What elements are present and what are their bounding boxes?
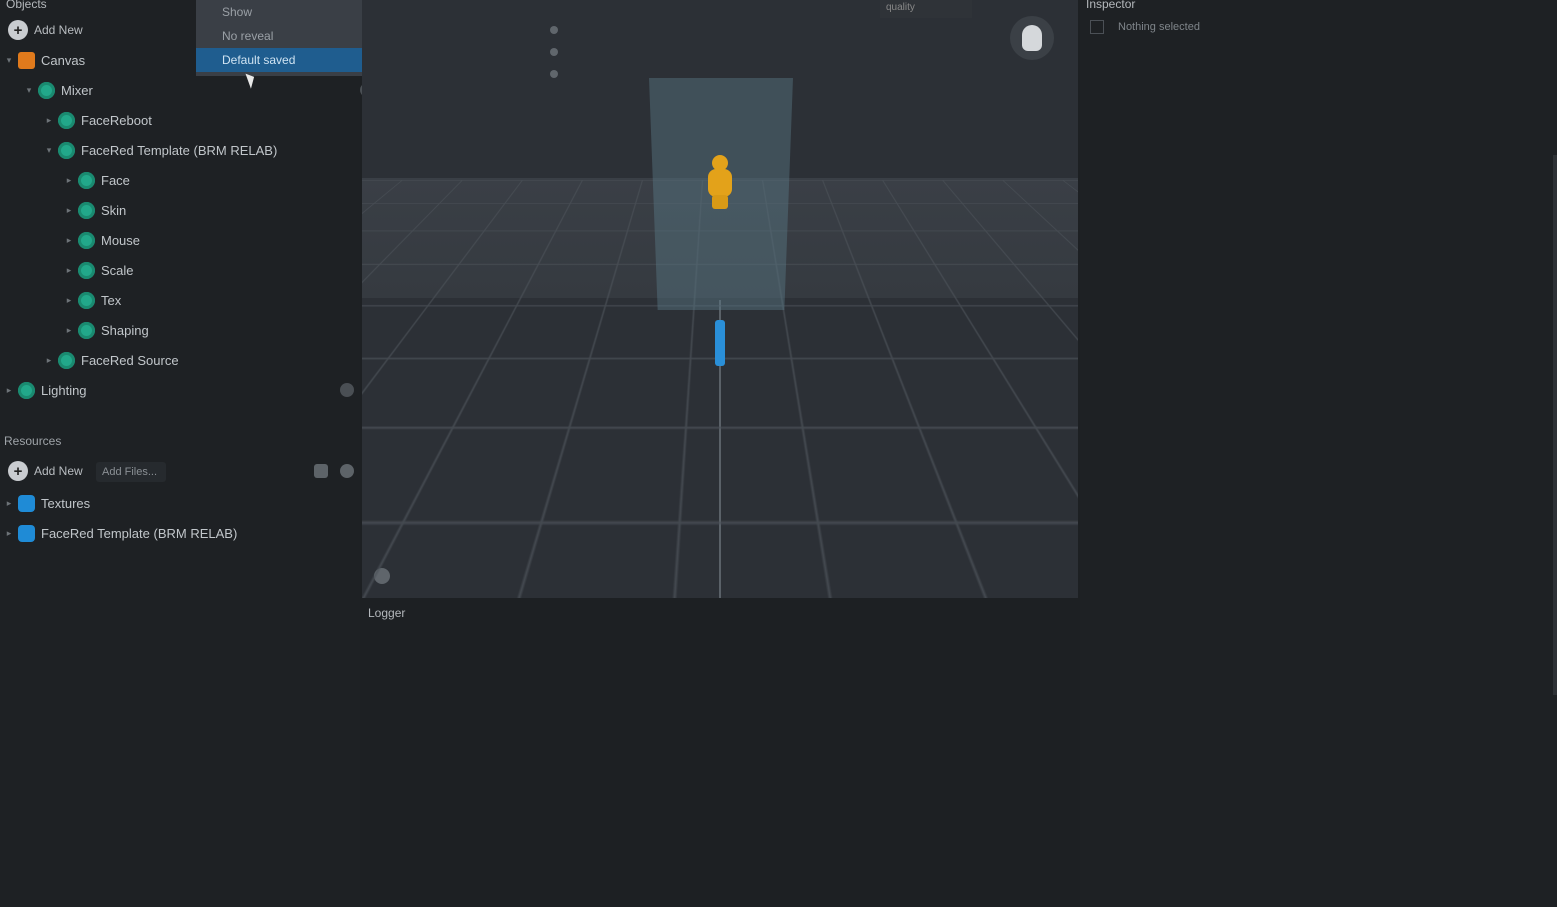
folder-icon [18, 495, 35, 512]
tree-item[interactable]: ▾ Mixer [0, 77, 384, 103]
context-menu-item[interactable]: No reveal [196, 24, 376, 48]
tree-item-label: Scale [101, 263, 134, 278]
tree-item-label: FaceRed Template (BRM RELAB) [81, 143, 277, 158]
node-icon [58, 142, 75, 159]
search-icon[interactable] [340, 464, 354, 478]
resource-item-label: Textures [41, 496, 90, 511]
context-menu-item[interactable]: Default saved [196, 48, 376, 72]
tree-item-label: Shaping [101, 323, 149, 338]
chevron-right-icon[interactable]: ▸ [4, 498, 14, 509]
node-icon [58, 352, 75, 369]
node-icon [78, 292, 95, 309]
add-object-label: Add New [34, 23, 83, 37]
quality-select[interactable]: quality [880, 0, 972, 18]
chevron-right-icon[interactable]: ▸ [64, 265, 74, 276]
chevron-down-icon[interactable]: ▾ [4, 55, 14, 66]
chevron-right-icon[interactable]: ▸ [64, 205, 74, 216]
resource-item[interactable]: ▸ FaceRed Template (BRM RELAB) [0, 520, 364, 546]
scene-viewport[interactable]: quality [362, 0, 1078, 598]
tree-item-label: Tex [101, 293, 121, 308]
inspector-panel-title: Inspector [1086, 0, 1135, 11]
character-legs [712, 195, 728, 209]
filter-icon[interactable] [314, 464, 328, 478]
resource-item[interactable]: ▸ Textures [0, 490, 364, 516]
chevron-right-icon[interactable]: ▸ [64, 325, 74, 336]
tree-item[interactable]: ▸ Scale [0, 257, 424, 283]
character-body [708, 169, 732, 197]
node-icon [78, 262, 95, 279]
character-model[interactable] [705, 155, 735, 211]
plus-icon: + [8, 461, 28, 481]
nav-dot-3[interactable] [550, 70, 558, 78]
node-icon [78, 322, 95, 339]
chevron-down-icon[interactable]: ▾ [24, 85, 34, 96]
node-icon [78, 172, 95, 189]
tree-item-label: Lighting [41, 383, 87, 398]
inspector-status: Nothing selected [1090, 20, 1200, 34]
chevron-right-icon[interactable]: ▸ [44, 115, 54, 126]
tree-item-label: Mouse [101, 233, 140, 248]
inspector-scrollbar[interactable] [1553, 155, 1557, 695]
node-icon [78, 202, 95, 219]
avatar[interactable] [1010, 16, 1054, 60]
chevron-down-icon[interactable]: ▾ [44, 145, 54, 156]
nav-dot-2[interactable] [550, 48, 558, 56]
chevron-right-icon[interactable]: ▸ [44, 355, 54, 366]
add-object-button[interactable]: + Add New [8, 20, 83, 40]
context-menu-item[interactable]: Show [196, 0, 376, 24]
tree-item[interactable]: ▸ Shaping [0, 317, 424, 343]
tree-item[interactable]: ▸ Skin [0, 197, 424, 223]
log-panel: Logger [362, 600, 1078, 907]
node-icon [18, 382, 35, 399]
objects-panel-title: Objects [6, 0, 47, 11]
inspector-status-text: Nothing selected [1118, 21, 1200, 33]
nav-dot-1[interactable] [550, 26, 558, 34]
add-resource-label: Add New [34, 464, 83, 478]
node-icon [38, 82, 55, 99]
tree-item[interactable]: ▸ Face [0, 167, 424, 193]
gear-icon[interactable] [374, 568, 390, 584]
log-panel-title: Logger [368, 606, 405, 620]
objects-panel: Objects + Add New ▾ Canvas ▾ Mixer ▸ FaceRebo… [0, 0, 360, 907]
blue-gizmo[interactable] [715, 320, 725, 366]
tree-item[interactable]: ▸ Tex [0, 287, 424, 313]
context-menu: Show No reveal Default saved [196, 0, 376, 76]
tree-item-label: FaceRed Source [81, 353, 179, 368]
chevron-right-icon[interactable]: ▸ [64, 235, 74, 246]
tree-item-label: Mixer [61, 83, 93, 98]
checkbox-icon[interactable] [1090, 20, 1104, 34]
tree-item[interactable]: ▸ FaceReboot [0, 107, 404, 133]
chevron-right-icon[interactable]: ▸ [64, 295, 74, 306]
folder-icon [18, 525, 35, 542]
add-resource-button[interactable]: + Add New [8, 461, 83, 481]
tree-item-label: Face [101, 173, 130, 188]
tree-item-label: FaceReboot [81, 113, 152, 128]
chevron-right-icon[interactable]: ▸ [4, 528, 14, 539]
chevron-right-icon[interactable]: ▸ [64, 175, 74, 186]
resources-panel-title: Resources [4, 434, 61, 448]
plus-icon: + [8, 20, 28, 40]
avatar-icon [1022, 25, 1042, 51]
tree-item-label: Skin [101, 203, 126, 218]
tree-item[interactable]: ▸ Mouse [0, 227, 424, 253]
visibility-icon[interactable] [340, 383, 354, 397]
tree-item-label: Canvas [41, 53, 85, 68]
tree-item[interactable]: ▾ FaceRed Template (BRM RELAB) [0, 137, 404, 163]
tree-item[interactable]: ▸ FaceRed Source [0, 347, 404, 373]
node-icon [58, 112, 75, 129]
node-icon [78, 232, 95, 249]
add-files-button[interactable]: Add Files... [96, 462, 166, 482]
inspector-panel: Inspector [1080, 0, 1557, 907]
chevron-right-icon[interactable]: ▸ [4, 385, 14, 396]
scene-icon [18, 52, 35, 69]
resource-item-label: FaceRed Template (BRM RELAB) [41, 526, 237, 541]
tree-item[interactable]: ▸ Lighting [0, 377, 364, 403]
